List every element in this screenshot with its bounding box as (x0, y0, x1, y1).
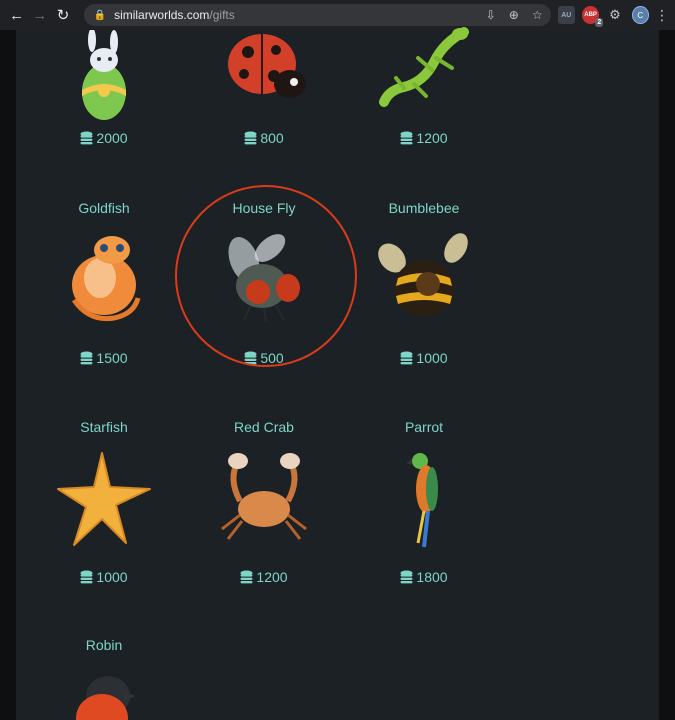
bunny-egg-icon (82, 30, 126, 120)
starfish-icon (57, 452, 151, 546)
install-app-icon[interactable]: ⇩ (486, 8, 496, 22)
gift-price: 800 (184, 130, 344, 146)
gift-name: Red Crab (234, 419, 294, 435)
gift-name: Goldfish (78, 200, 130, 216)
au-extension-label: AU (561, 11, 572, 19)
gift-price-value: 2000 (96, 130, 128, 146)
gift-price-value: 1200 (416, 130, 448, 146)
gift-name: Robin (85, 637, 123, 653)
gift-name: Bumblebee (388, 200, 460, 216)
gift-price-value: 1800 (416, 569, 448, 585)
browser-toolbar: ← → ↻ 🔒 similarworlds.com/gifts ⇩ ⊕ ☆ AU… (0, 0, 675, 30)
parrot-icon (406, 453, 438, 548)
gift-price-value: 1000 (416, 350, 448, 366)
gift-price: 1000 (24, 569, 184, 585)
gift-price-value: 800 (260, 130, 284, 146)
gift-price: 1800 (344, 569, 504, 585)
robin-icon (76, 676, 136, 720)
gift-price: 1000 (344, 350, 504, 366)
lizard-icon (379, 27, 469, 107)
back-arrow-icon[interactable]: ← (6, 4, 27, 26)
coins-icon (244, 131, 257, 145)
lock-icon[interactable]: 🔒 (94, 10, 106, 21)
bookmark-star-icon[interactable]: ☆ (532, 8, 543, 22)
coins-icon (400, 131, 413, 145)
url-host: similarworlds.com (114, 8, 210, 22)
gift-price-value: 1200 (256, 569, 288, 585)
profile-avatar[interactable]: C (631, 6, 650, 24)
coins-icon (80, 570, 93, 584)
adblock-extension-icon[interactable]: ABP 2 (581, 6, 604, 27)
gift-name: Starfish (80, 419, 128, 435)
adblock-count-badge: 2 (595, 18, 604, 27)
adblock-extension-label: ABP (584, 12, 597, 18)
goldfish-icon (71, 236, 141, 322)
extensions-puzzle-icon[interactable]: ⚙ (606, 6, 623, 24)
ladybug-icon (228, 34, 306, 98)
bumblebee-icon (378, 233, 468, 316)
forward-arrow-icon[interactable]: → (29, 4, 50, 26)
browser-menu-icon[interactable]: ⋮ (655, 7, 669, 24)
gift-price: 2000 (24, 130, 184, 146)
reload-icon[interactable]: ↻ (52, 4, 73, 26)
coins-icon (80, 131, 93, 145)
red-crab-icon (221, 453, 307, 540)
address-bar[interactable]: 🔒 similarworlds.com/gifts ⇩ ⊕ ☆ (83, 4, 551, 26)
gift-price: 1200 (184, 569, 344, 585)
au-extension-icon[interactable]: AU (557, 6, 575, 24)
coins-icon (240, 570, 253, 584)
gift-price: 1200 (344, 130, 504, 146)
coins-icon (400, 351, 413, 365)
gift-name: Parrot (404, 419, 444, 435)
url-path: /gifts (209, 8, 235, 22)
zoom-icon[interactable]: ⊕ (509, 8, 519, 22)
gift-price-value: 1500 (96, 350, 128, 366)
coins-icon (80, 351, 93, 365)
profile-initial: C (637, 10, 644, 20)
coins-icon (400, 570, 413, 584)
highlight-circle (175, 185, 357, 367)
gift-price-value: 1000 (96, 569, 128, 585)
gift-price: 1500 (24, 350, 184, 366)
